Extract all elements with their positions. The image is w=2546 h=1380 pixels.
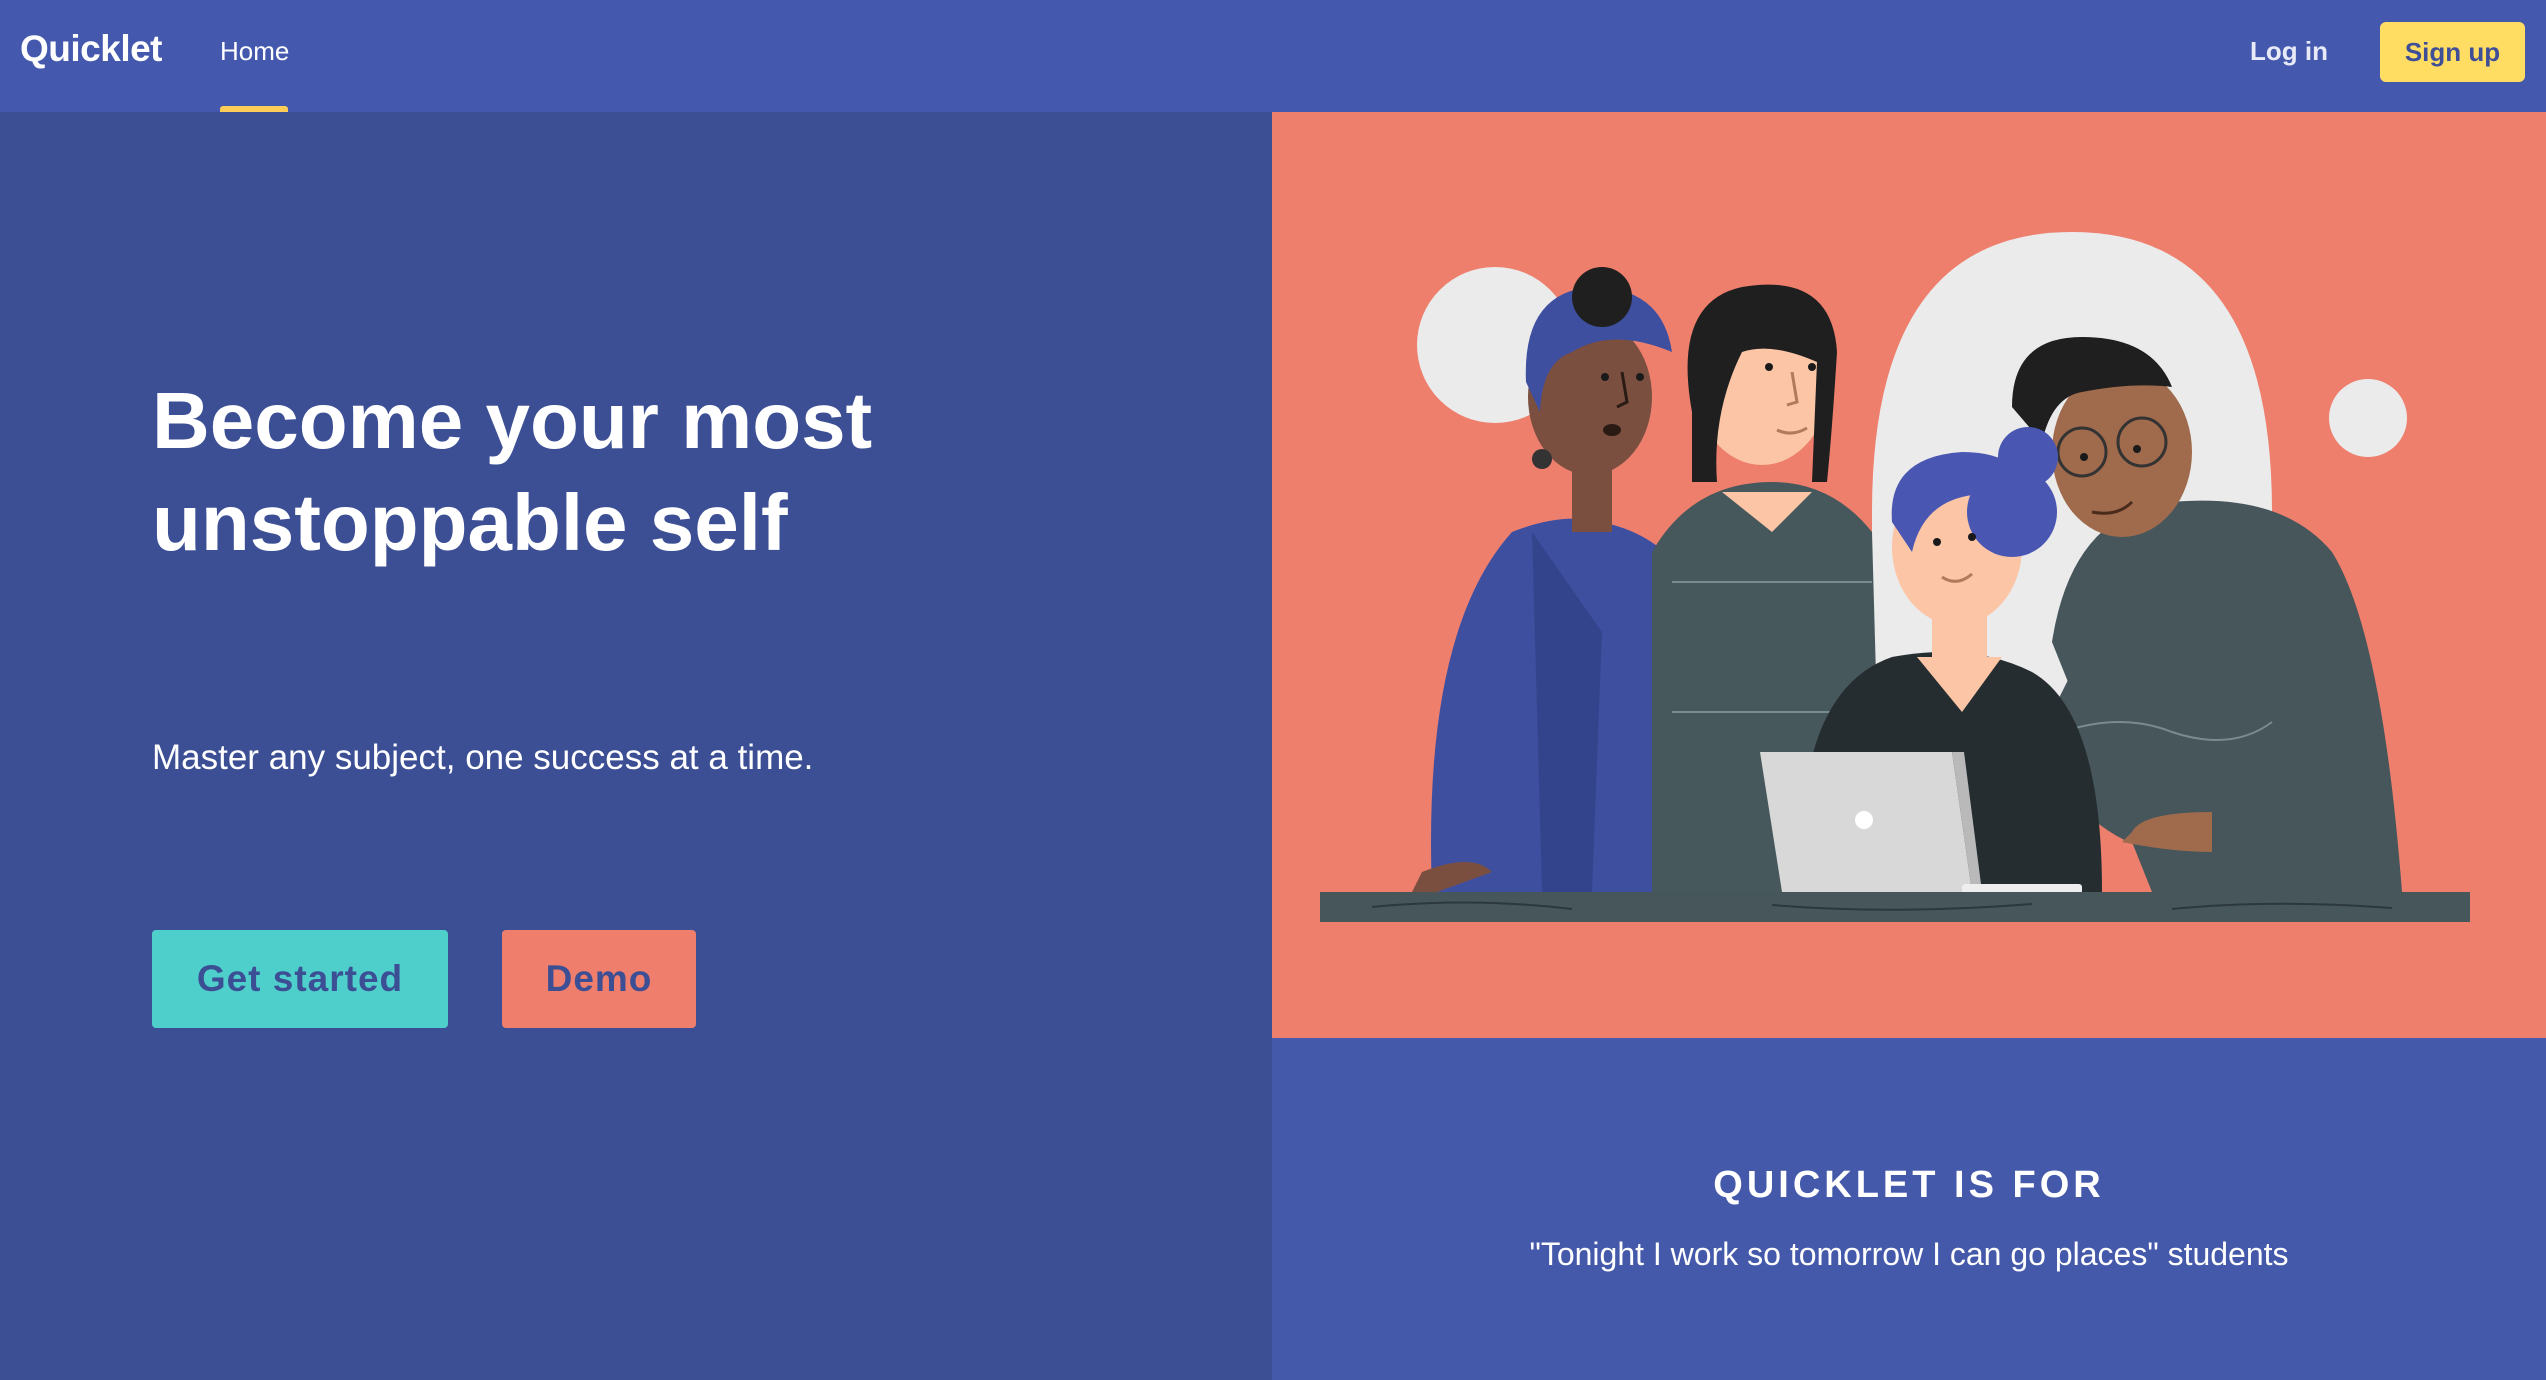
hero-subtitle: Master any subject, one success at a tim… (152, 738, 814, 777)
top-nav: Quicklet Home Log in Sign up (0, 0, 2546, 112)
quicklet-is-for-section: QUICKLET IS FOR "Tonight I work so tomor… (1272, 1038, 2546, 1380)
for-section-quote: "Tonight I work so tomorrow I can go pla… (1529, 1236, 2289, 1272)
demo-button[interactable]: Demo (502, 930, 696, 1028)
desk (1320, 892, 2470, 922)
team-illustration (1320, 232, 2470, 922)
login-link[interactable]: Log in (2250, 0, 2328, 112)
for-section-title: QUICKLET IS FOR (1713, 1164, 2105, 1206)
hero-title: Become your most unstoppable self (152, 376, 873, 567)
brand-logo[interactable]: Quicklet (20, 28, 163, 70)
hero-illustration (1272, 112, 2546, 1038)
decor-circle-right (2329, 379, 2407, 457)
signup-button[interactable]: Sign up (2380, 22, 2525, 82)
get-started-button[interactable]: Get started (152, 930, 448, 1028)
nav-link-home[interactable]: Home (220, 0, 289, 112)
